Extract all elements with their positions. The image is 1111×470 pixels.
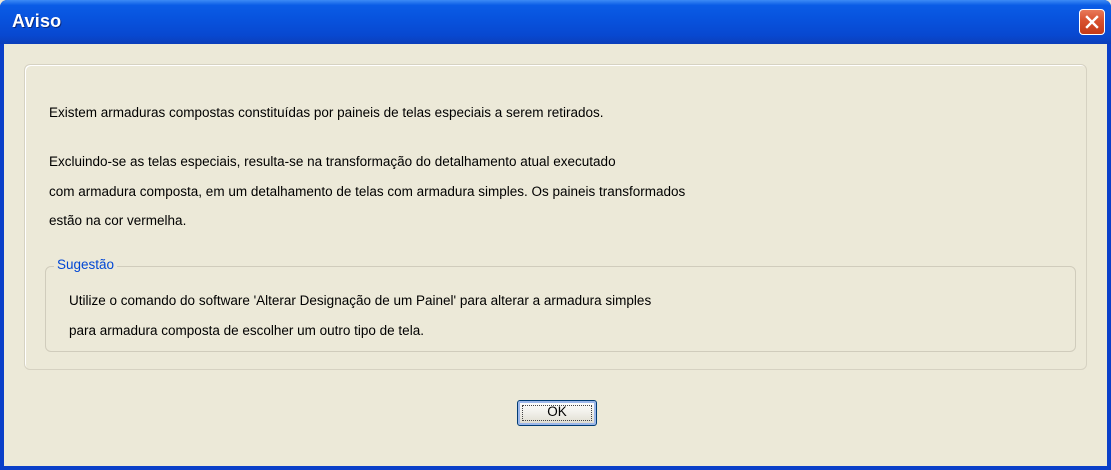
title-bar[interactable]: Aviso xyxy=(0,0,1111,44)
message-line: Excluindo-se as telas especiais, resulta… xyxy=(49,154,616,169)
message-line: estão na cor vermelha. xyxy=(49,213,187,228)
dialog-body: Existem armaduras compostas constituídas… xyxy=(4,44,1107,470)
message-panel: Existem armaduras compostas constituídas… xyxy=(24,64,1087,370)
ok-button[interactable]: OK xyxy=(517,400,597,426)
suggestion-line: Utilize o comando do software 'Alterar D… xyxy=(69,293,652,308)
dialog-window: Aviso Existem armaduras compostas consti… xyxy=(0,0,1111,470)
window-title: Aviso xyxy=(12,11,62,31)
suggestion-groupbox: Sugestão Utilize o comando do software '… xyxy=(45,257,1076,352)
close-icon xyxy=(1085,15,1099,29)
window-bottom-border xyxy=(0,466,1111,470)
message-line: com armadura composta, em um detalhament… xyxy=(49,184,686,199)
suggestion-line: para armadura composta de escolher um ou… xyxy=(69,323,424,338)
focus-rect xyxy=(522,405,592,421)
suggestion-legend: Sugestão xyxy=(54,257,118,272)
message-line: Existem armaduras compostas constituídas… xyxy=(49,105,604,120)
close-button[interactable] xyxy=(1079,9,1105,35)
